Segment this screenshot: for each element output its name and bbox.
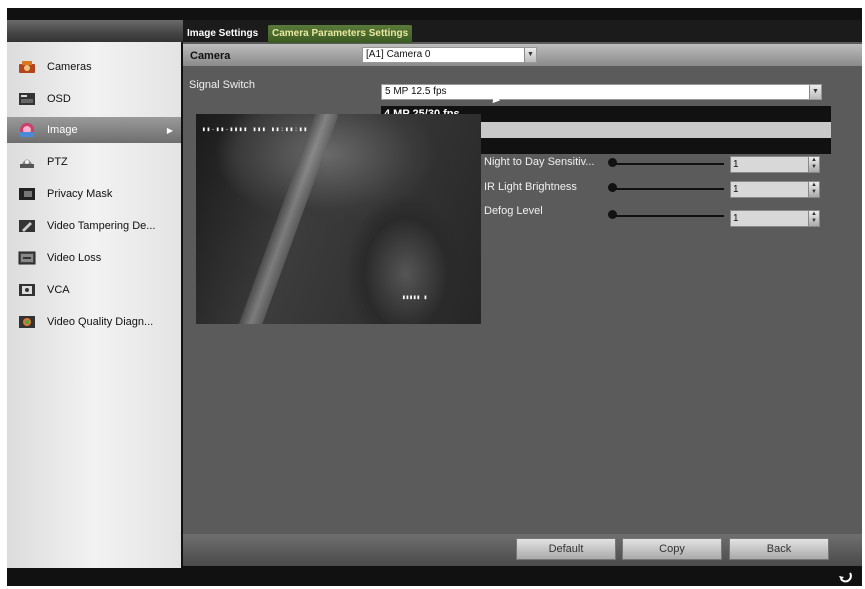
signal-switch-label: Signal Switch [189, 79, 256, 91]
sidebar-item-label: Cameras [47, 61, 92, 73]
privacy-mask-icon [17, 186, 37, 202]
sidebar-item-label: PTZ [47, 156, 68, 168]
preview-image-detail [235, 114, 339, 324]
spin-value: 1 [733, 184, 739, 195]
chevron-down-icon[interactable]: ▼ [809, 85, 821, 99]
spin-box[interactable]: 1 ▲ ▼ [730, 156, 820, 173]
slider-track[interactable] [614, 188, 724, 190]
sidebar-item-osd[interactable]: OSD [7, 86, 181, 112]
sidebar-item-ptz[interactable]: PTZ [7, 149, 181, 175]
sidebar-item-label: Image [47, 124, 78, 136]
sidebar-item-label: Privacy Mask [47, 188, 113, 200]
sidebar-item-label: OSD [47, 93, 71, 105]
tab-image-settings[interactable]: Image Settings [183, 25, 262, 43]
camera-label: Camera [190, 50, 231, 62]
spin-value: 1 [733, 213, 739, 224]
sidebar-item-privacy-mask[interactable]: Privacy Mask [7, 181, 181, 207]
slider-handle[interactable] [608, 183, 617, 192]
copy-button[interactable]: Copy [622, 538, 722, 560]
chevron-down-icon[interactable]: ▼ [524, 48, 536, 62]
slider-handle[interactable] [608, 158, 617, 167]
vca-icon [17, 282, 37, 298]
ptz-icon [17, 154, 37, 170]
camera-preview: ▮▮-▮▮-▮▮▮▮ ▮▮▮ ▮▮:▮▮:▮▮ ▮▮▮▮▮ ▮ [196, 114, 481, 324]
image-icon [17, 122, 37, 138]
signal-switch-value: 5 MP 12.5 fps [385, 86, 447, 97]
slider-track[interactable] [614, 163, 724, 165]
status-strip [7, 568, 862, 586]
slider-track[interactable] [614, 215, 724, 217]
signal-switch-select[interactable]: 5 MP 12.5 fps ▼ [381, 84, 822, 100]
sidebar-header [7, 20, 183, 42]
sidebar-item-label: Video Quality Diagn... [47, 316, 154, 328]
sidebar-item-image[interactable]: Image ▶ [7, 117, 181, 143]
video-tampering-icon [17, 218, 37, 234]
back-button[interactable]: Back [729, 538, 829, 560]
sidebar-item-label: Video Tampering De... [47, 220, 156, 232]
return-icon[interactable] [836, 569, 854, 584]
sidebar-item-vca[interactable]: VCA [7, 277, 181, 303]
spin-arrows-icon[interactable]: ▲ ▼ [808, 182, 819, 197]
tab-camera-parameters-settings[interactable]: Camera Parameters Settings [268, 25, 413, 43]
sidebar-item-video-quality[interactable]: Video Quality Diagn... [7, 309, 181, 335]
camera-select[interactable]: [A1] Camera 0 ▼ [362, 47, 537, 63]
spin-arrows-icon[interactable]: ▲ ▼ [808, 211, 819, 226]
sidebar-item-video-loss[interactable]: Video Loss [7, 245, 181, 271]
sidebar-item-video-tampering[interactable]: Video Tampering De... [7, 213, 181, 239]
video-loss-icon [17, 250, 37, 266]
chevron-right-icon: ▶ [166, 125, 173, 135]
param-label: IR Light Brightness [484, 181, 577, 193]
sidebar-item-cameras[interactable]: Cameras [7, 54, 181, 80]
spin-box[interactable]: 1 ▲ ▼ [730, 210, 820, 227]
sidebar-item-label: Video Loss [47, 252, 102, 264]
osd-timestamp-overlay: ▮▮-▮▮-▮▮▮▮ ▮▮▮ ▮▮:▮▮:▮▮ [202, 126, 309, 133]
param-label: Defog Level [484, 205, 543, 217]
camera-select-value: [A1] Camera 0 [366, 49, 431, 60]
param-label: Night to Day Sensitiv... [484, 156, 595, 168]
sidebar-item-label: VCA [47, 284, 70, 296]
osd-icon [17, 91, 37, 107]
video-quality-icon [17, 314, 37, 330]
spin-box[interactable]: 1 ▲ ▼ [730, 181, 820, 198]
osd-camera-name-overlay: ▮▮▮▮▮ ▮ [402, 294, 428, 301]
spin-arrows-icon[interactable]: ▲ ▼ [808, 157, 819, 172]
sidebar: Cameras OSD Image ▶ PTZ Privacy Mask Vid… [7, 42, 181, 568]
default-button[interactable]: Default [516, 538, 616, 560]
slider-handle[interactable] [608, 210, 617, 219]
camera-icon [17, 59, 37, 75]
spin-value: 1 [733, 159, 739, 170]
